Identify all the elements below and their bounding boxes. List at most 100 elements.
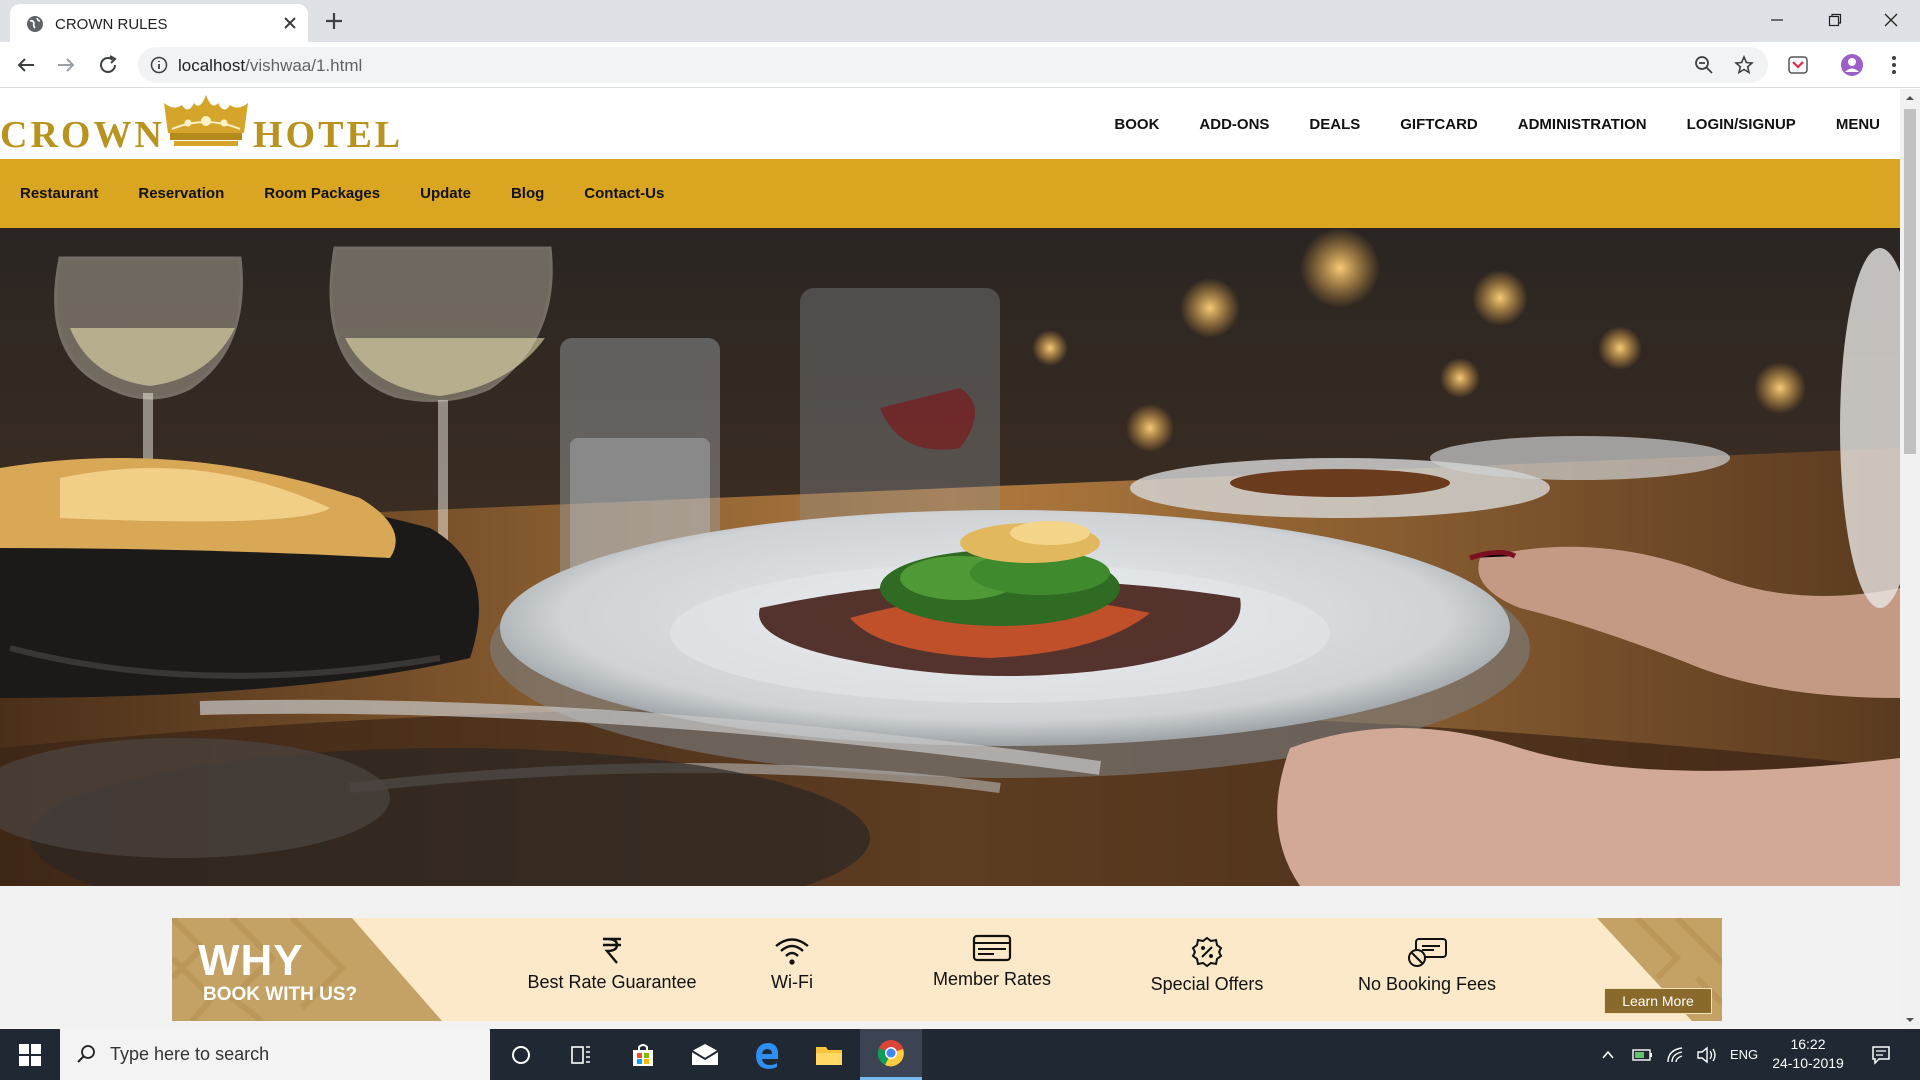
address-bar[interactable]: localhost/vishwaa/1.html [138,47,1768,83]
store-bag-icon [633,1043,653,1066]
bookmark-star-icon[interactable] [1734,55,1754,75]
hero-image [0,228,1900,886]
more-menu-icon[interactable] [1882,53,1906,77]
taskbar-store-app[interactable] [612,1029,674,1080]
subnav-link-contact-us[interactable]: Contact-Us [584,185,664,202]
clock-time: 16:22 [1790,1036,1826,1052]
tab-title: CROWN RULES [55,16,168,33]
cortana-circle-icon [512,1045,530,1064]
nav-link-menu[interactable]: MENU [1836,116,1880,133]
why-book-banner: WHY BOOK WITH US? Best Rate Guarantee Wi… [172,918,1722,1021]
info-icon[interactable] [150,56,168,74]
taskbar-file-explorer-app[interactable] [798,1029,860,1080]
taskbar-search-box[interactable]: Type here to search [60,1029,490,1080]
restore-icon [1828,13,1842,27]
search-icon [77,1045,95,1063]
nav-link-book[interactable]: BOOK [1114,116,1159,133]
site-header: CROWN HOTEL BOOK ADD-ONS DEALS GIFTCARD … [0,89,1900,159]
forward-arrow-icon[interactable] [54,53,78,77]
zoom-icon[interactable] [1694,55,1714,75]
reload-icon[interactable] [96,53,120,77]
nav-link-administration[interactable]: ADMINISTRATION [1518,116,1647,133]
feature-label: Special Offers [1150,974,1264,994]
windows-taskbar: Type here to search ENG 16:22 24-10-2019 [0,1029,1920,1080]
close-icon [1884,13,1898,27]
folder-icon [816,1046,842,1065]
learn-more-button[interactable]: Learn More [1604,988,1712,1014]
action-center-button[interactable] [1856,1029,1906,1080]
taskbar-mail-app[interactable] [674,1029,736,1080]
no-fee-ticket-icon [1408,938,1447,967]
restore-window-button[interactable] [1806,0,1864,40]
feature-label: Best Rate Guarantee [527,972,697,992]
feature-member-rates: Member Rates [917,933,1067,990]
wifi-signal-icon[interactable] [1666,1046,1686,1064]
nav-link-add-ons[interactable]: ADD-ONS [1199,116,1269,133]
subnav-link-restaurant[interactable]: Restaurant [20,185,98,202]
language-indicator[interactable]: ENG [1730,1047,1758,1062]
card-icon [972,934,1012,962]
page-scrollbar[interactable] [1900,89,1920,1029]
main-nav: BOOK ADD-ONS DEALS GIFTCARD ADMINISTRATI… [1074,89,1900,159]
crown-icon [164,95,248,146]
close-window-button[interactable] [1862,0,1920,40]
subnav-link-reservation[interactable]: Reservation [138,185,224,202]
back-arrow-icon[interactable] [14,53,38,77]
logo-text-right: HOTEL [253,114,404,156]
close-tab-icon[interactable] [280,13,300,33]
discount-badge-icon [1191,936,1223,968]
new-tab-icon[interactable] [322,9,346,33]
notification-icon [1872,1045,1890,1065]
cortana-button[interactable] [490,1029,552,1080]
taskbar-chrome-app[interactable] [860,1029,922,1080]
mail-envelope-icon [691,1043,719,1065]
feature-wifi: Wi-Fi [727,936,857,993]
clock-date: 24-10-2019 [1772,1055,1844,1071]
url-host: localhost [178,56,246,75]
feature-best-rate: Best Rate Guarantee [507,936,717,993]
url-text: localhost/vishwaa/1.html [178,56,362,76]
why-title: WHY [198,936,304,985]
url-path: /vishwaa/1.html [245,56,363,75]
nav-link-giftcard[interactable]: GIFTCARD [1400,116,1478,133]
taskbar-edge-app[interactable] [736,1029,798,1080]
chevron-up-icon[interactable] [1600,1047,1616,1063]
feature-label: Member Rates [932,969,1052,989]
battery-icon[interactable] [1632,1047,1654,1063]
subnav-link-room-packages[interactable]: Room Packages [264,185,380,202]
browser-tabstrip: CROWN RULES [0,0,1920,42]
browser-toolbar: localhost/vishwaa/1.html [0,42,1920,88]
minimize-window-button[interactable] [1748,0,1806,40]
why-subtitle: BOOK WITH US? [203,984,358,1005]
browser-tab[interactable]: CROWN RULES [10,4,308,42]
scroll-down-arrow-icon[interactable] [1905,1015,1915,1025]
hotel-logo[interactable]: CROWN HOTEL [0,93,404,156]
pocket-extension-icon[interactable] [1786,53,1810,77]
task-view-button[interactable] [550,1029,612,1080]
nav-link-deals[interactable]: DEALS [1309,116,1360,133]
task-view-icon [571,1045,590,1064]
secondary-nav: Restaurant Reservation Room Packages Upd… [0,159,1900,228]
volume-icon[interactable] [1696,1046,1718,1064]
scroll-up-arrow-icon[interactable] [1905,93,1915,103]
feature-special-offers: Special Offers [1127,936,1287,995]
subnav-link-update[interactable]: Update [420,185,471,202]
feature-no-booking-fees: No Booking Fees [1337,936,1517,995]
restaurant-dining-photo [0,228,1900,886]
taskbar-search-placeholder: Type here to search [110,1044,270,1064]
scroll-thumb[interactable] [1904,109,1916,454]
page-viewport: CROWN HOTEL BOOK ADD-ONS DEALS GIFTCARD … [0,89,1900,1029]
wifi-icon [775,938,809,965]
taskbar-clock[interactable]: 16:22 24-10-2019 [1758,1035,1858,1073]
chrome-icon [877,1040,904,1067]
feature-label: Wi-Fi [771,972,813,992]
profile-avatar-icon[interactable] [1840,53,1864,77]
feature-label: No Booking Fees [1357,974,1497,994]
nav-link-login-signup[interactable]: LOGIN/SIGNUP [1687,116,1796,133]
start-button[interactable] [0,1029,60,1080]
system-tray: ENG [1600,1029,1758,1080]
minimize-icon [1771,19,1783,21]
subnav-link-blog[interactable]: Blog [511,185,544,202]
rupee-icon [603,937,621,964]
logo-text-left: CROWN [0,114,165,156]
